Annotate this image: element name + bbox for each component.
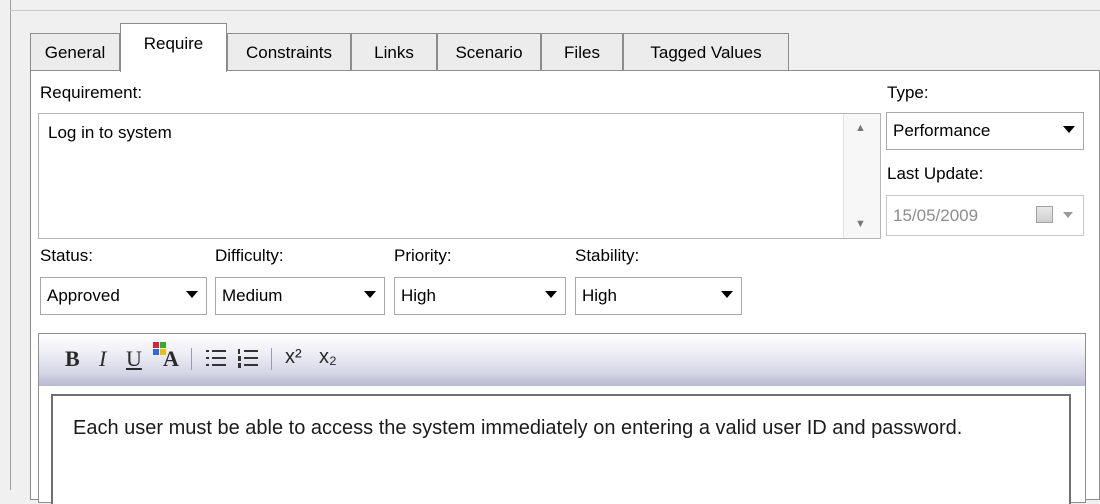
toolbar-separator xyxy=(271,348,272,370)
type-value: Performance xyxy=(893,121,991,140)
chevron-down-icon xyxy=(364,291,376,298)
toolbar-separator xyxy=(191,348,192,370)
requirement-input[interactable]: Log in to system ▲ ▼ xyxy=(38,113,881,239)
priority-value: High xyxy=(401,286,436,305)
bullet-list-icon[interactable] xyxy=(205,347,227,375)
chevron-down-icon xyxy=(721,291,733,298)
requirement-scrollbar[interactable]: ▲ ▼ xyxy=(843,114,880,238)
chevron-down-icon[interactable] xyxy=(1063,212,1073,218)
requirement-label: Requirement: xyxy=(40,83,143,102)
superscript-icon[interactable]: x² xyxy=(285,346,302,369)
tab-general[interactable]: General xyxy=(30,33,120,71)
difficulty-label: Difficulty: xyxy=(215,246,284,265)
font-color-letter: A xyxy=(163,346,179,371)
window-left-edge xyxy=(0,0,11,490)
color-swatch-icon xyxy=(153,342,159,348)
stability-value: High xyxy=(582,286,617,305)
last-update-date-picker[interactable]: 15/05/2009 xyxy=(886,195,1084,236)
notes-editor: B I U A x² x₂ Each user must be able to … xyxy=(38,333,1086,504)
window-top-edge xyxy=(10,10,1100,11)
requirement-text: Log in to system xyxy=(48,123,172,142)
tab-tagged-values[interactable]: Tagged Values xyxy=(623,33,789,71)
notes-text-area[interactable]: Each user must be able to access the sys… xyxy=(51,394,1071,504)
scroll-up-icon[interactable]: ▲ xyxy=(855,122,866,134)
tab-files[interactable]: Files xyxy=(541,33,623,71)
numbered-list-icon[interactable] xyxy=(237,347,259,375)
status-value: Approved xyxy=(47,286,120,305)
subscript-icon[interactable]: x₂ xyxy=(319,346,337,369)
type-label: Type: xyxy=(887,83,929,102)
underline-icon[interactable]: U xyxy=(126,346,142,372)
last-update-label: Last Update: xyxy=(887,164,984,183)
chevron-down-icon xyxy=(1063,126,1075,133)
stability-label: Stability: xyxy=(575,246,640,265)
last-update-value: 15/05/2009 xyxy=(893,206,979,225)
tab-scenario[interactable]: Scenario xyxy=(437,33,541,71)
scroll-down-icon[interactable]: ▼ xyxy=(855,218,866,230)
status-label: Status: xyxy=(40,246,93,265)
stability-select[interactable]: High xyxy=(575,277,742,315)
bold-icon[interactable]: B xyxy=(65,346,80,372)
formatting-toolbar: B I U A x² x₂ xyxy=(39,334,1085,386)
tab-constraints[interactable]: Constraints xyxy=(227,33,351,71)
font-color-icon[interactable]: A xyxy=(153,342,179,372)
italic-icon[interactable]: I xyxy=(99,346,106,372)
calendar-icon[interactable] xyxy=(1036,206,1053,223)
priority-select[interactable]: High xyxy=(394,277,566,315)
difficulty-select[interactable]: Medium xyxy=(215,277,385,315)
difficulty-value: Medium xyxy=(222,286,283,305)
tab-require[interactable]: Require xyxy=(120,23,227,72)
priority-label: Priority: xyxy=(394,246,452,265)
tab-links[interactable]: Links xyxy=(351,33,437,71)
chevron-down-icon xyxy=(186,291,198,298)
chevron-down-icon xyxy=(545,291,557,298)
notes-text: Each user must be able to access the sys… xyxy=(73,417,963,439)
type-select[interactable]: Performance xyxy=(886,112,1084,150)
status-select[interactable]: Approved xyxy=(40,277,207,315)
